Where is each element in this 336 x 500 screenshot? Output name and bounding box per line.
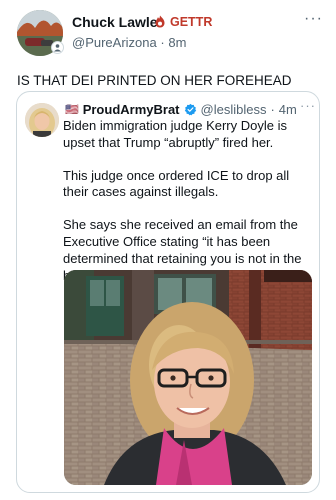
quoted-paragraph-2: This judge once ordered ICE to drop all … [63,167,290,200]
time-separator: · [160,35,165,50]
quoted-author-handle[interactable]: @leslibless [201,102,267,117]
quoted-time-separator: · [270,102,275,117]
account-badge-icon [51,41,64,54]
author-name[interactable]: Chuck Lawler [72,14,163,30]
platform-badge: GETTR [170,15,213,29]
quoted-post-body: Biden immigration judge Kerry Doyle is u… [63,118,315,284]
quoted-post-header: 🇺🇸 ProudArmyBrat @leslibless · 4m [65,102,297,117]
quoted-author-avatar[interactable] [25,103,59,137]
quoted-post-timestamp[interactable]: 4m [279,102,297,117]
post-timestamp[interactable]: 8m [168,35,186,50]
quoted-post-card[interactable]: 🇺🇸 ProudArmyBrat @leslibless · 4m ··· Bi… [16,91,320,493]
gettr-logo-icon [154,15,166,28]
post-text: IS THAT DEI PRINTED ON HER FOREHEAD [17,73,292,88]
more-horizontal-icon[interactable]: ··· [304,10,323,28]
author-handle[interactable]: @PureArizona [72,35,157,50]
quoted-paragraph-1: Biden immigration judge Kerry Doyle is u… [63,118,287,150]
quoted-more-horizontal-icon[interactable]: ··· [300,98,316,113]
author-handle-line: @PureArizona · 8m [72,35,186,50]
quoted-author-name[interactable]: ProudArmyBrat [83,102,180,117]
quoted-post-photo[interactable] [64,270,312,485]
verified-badge-icon [184,103,196,116]
us-flag: 🇺🇸 [65,104,79,116]
